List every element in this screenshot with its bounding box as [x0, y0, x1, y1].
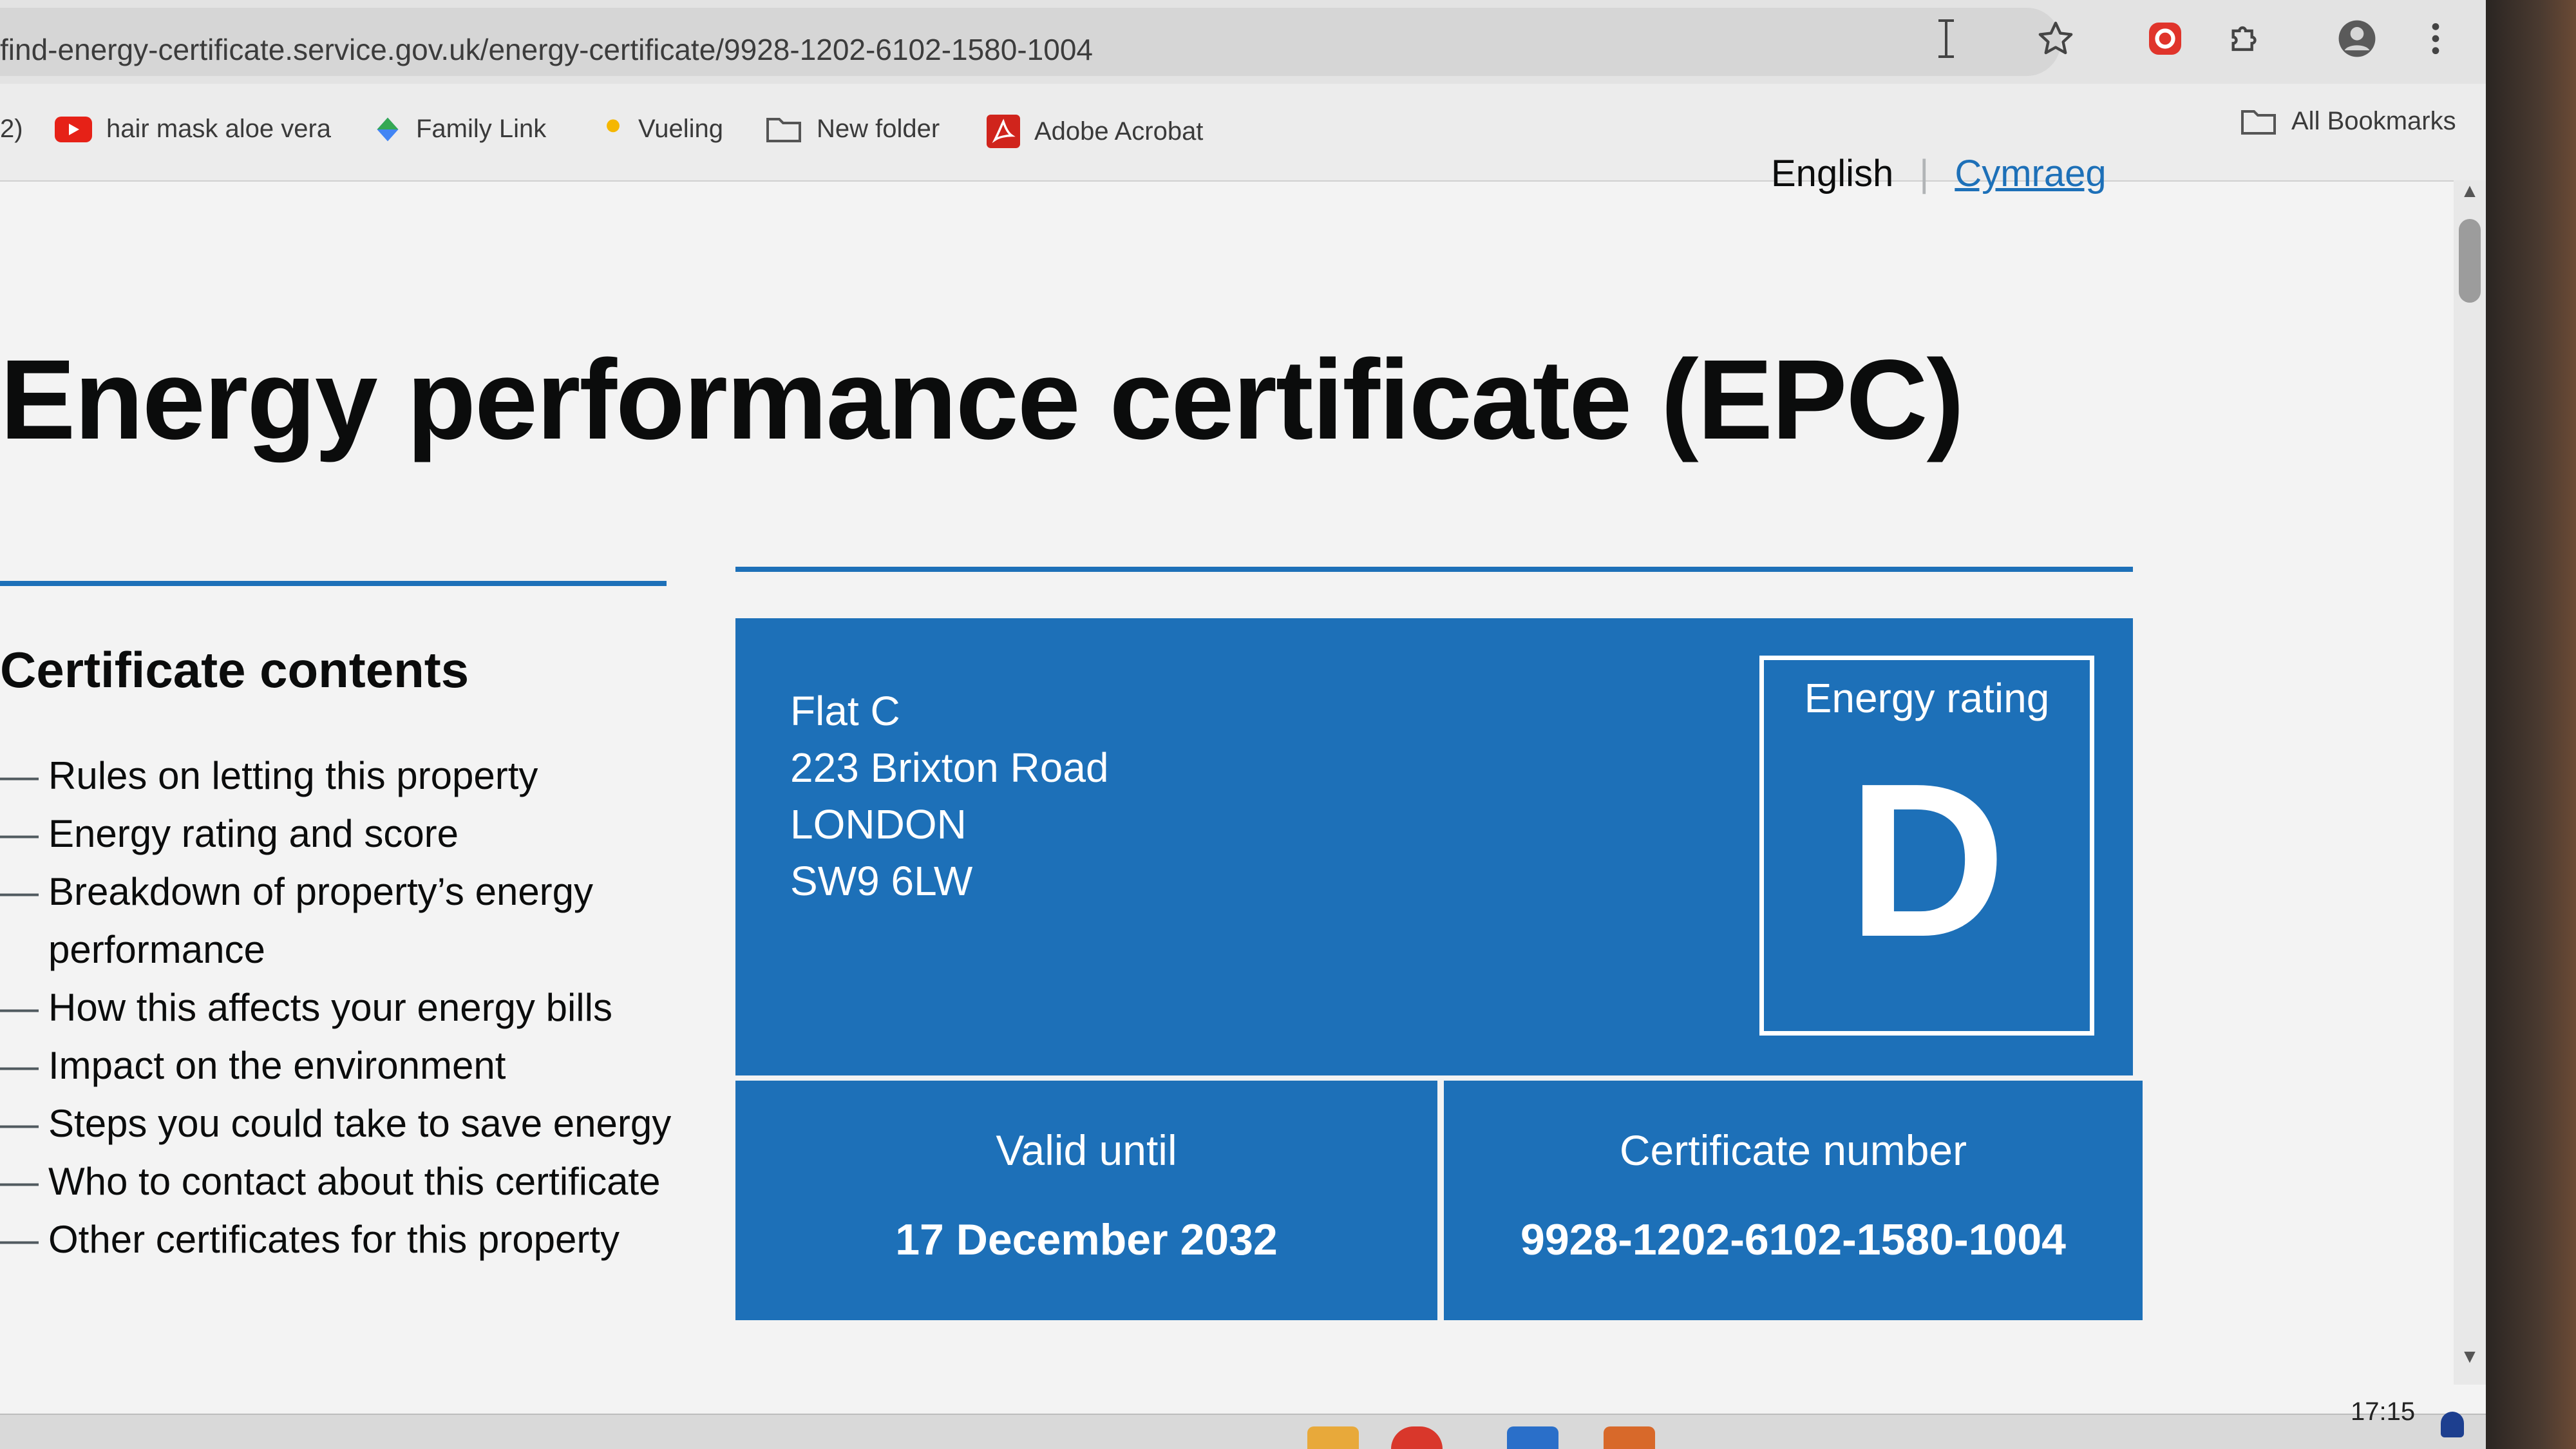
monitor-bezel	[2486, 0, 2576, 1449]
certificate-number-cell: Certificate number 9928-1202-6102-1580-1…	[1444, 1081, 2143, 1320]
epc-details: Valid until 17 December 2032 Certificate…	[735, 1081, 2143, 1320]
language-switcher: English | Cymraeg	[1771, 152, 2107, 195]
bookmark-label: hair mask aloe vera	[106, 115, 332, 143]
taskbar-clock[interactable]: 17:15	[2351, 1397, 2415, 1426]
folder-icon	[2240, 108, 2277, 136]
youtube-icon	[55, 116, 92, 142]
contents-heading: Certificate contents	[0, 641, 469, 698]
browser-window: find-energy-certificate.service.gov.uk/e…	[0, 0, 2486, 1449]
contents-link-letting-rules[interactable]: Rules on letting this property	[0, 747, 696, 805]
bookmark-label: Vueling	[638, 115, 723, 143]
omnibox[interactable]: find-energy-certificate.service.gov.uk/e…	[0, 8, 2061, 76]
contents-link-breakdown[interactable]: Breakdown of property’s energy performan…	[0, 863, 696, 979]
scroll-up-arrow-icon[interactable]: ▲	[2454, 180, 2486, 202]
certificate-number-label: Certificate number	[1619, 1126, 1967, 1174]
address-line: Flat C	[790, 688, 900, 734]
contents-link-other-certificates[interactable]: Other certificates for this property	[0, 1211, 696, 1269]
energy-rating-box: Energy rating D	[1759, 656, 2094, 1036]
bookmark-hair-mask[interactable]: hair mask aloe vera	[55, 115, 331, 144]
address-line: 223 Brixton Road	[790, 744, 1109, 791]
page-title: Energy performance certificate (EPC)	[0, 337, 1964, 463]
file-explorer-icon[interactable]	[1307, 1426, 1359, 1449]
bookmark-adobe-acrobat[interactable]: Adobe Acrobat	[987, 115, 1203, 148]
valid-until-label: Valid until	[996, 1126, 1177, 1174]
epc-summary-panel: Flat C 223 Brixton Road LONDON SW9 6LW E…	[735, 618, 2143, 1320]
contents-link-environment[interactable]: Impact on the environment	[0, 1037, 696, 1095]
url-text[interactable]: find-energy-certificate.service.gov.uk/e…	[0, 32, 1093, 67]
scroll-down-arrow-icon[interactable]: ▼	[2454, 1346, 2486, 1368]
contents-link-energy-bills[interactable]: How this affects your energy bills	[0, 979, 696, 1037]
vueling-dot-icon	[602, 118, 624, 140]
taskbar	[0, 1414, 2486, 1449]
certificate-number-value: 9928-1202-6102-1580-1004	[1520, 1215, 2066, 1264]
contents-list: Rules on letting this property Energy ra…	[0, 747, 696, 1269]
energy-rating-letter: D	[1848, 738, 2006, 983]
bookmark-star-icon[interactable]	[2035, 18, 2076, 59]
epc-header: Flat C 223 Brixton Road LONDON SW9 6LW E…	[735, 618, 2133, 1075]
address-bar: find-energy-certificate.service.gov.uk/e…	[0, 0, 2486, 84]
certificate-divider	[735, 567, 2133, 572]
bookmark-label: Family Link	[416, 115, 547, 143]
contents-link-contact[interactable]: Who to contact about this certificate	[0, 1153, 696, 1211]
bookmark-new-folder[interactable]: New folder	[765, 115, 940, 144]
contents-divider	[0, 581, 667, 586]
bookmark-label: Adobe Acrobat	[1034, 117, 1204, 146]
all-bookmarks-button[interactable]: All Bookmarks	[2240, 107, 2456, 136]
acrobat-icon	[987, 115, 1020, 148]
page-scrollbar[interactable]: ▲ ▼	[2454, 180, 2486, 1385]
bookmark-overflow[interactable]: 2)	[0, 115, 23, 144]
language-separator: |	[1919, 153, 1929, 194]
notification-bell-icon[interactable]	[2441, 1412, 2464, 1437]
text-cursor-icon	[1926, 18, 1967, 59]
language-welsh-link[interactable]: Cymraeg	[1955, 153, 2106, 194]
record-extension-icon[interactable]	[2145, 18, 2186, 59]
scroll-thumb[interactable]	[2459, 219, 2481, 303]
mail-taskbar-icon[interactable]	[1507, 1426, 1558, 1449]
app-taskbar-icon[interactable]	[1604, 1426, 1655, 1449]
bookmark-vueling[interactable]: Vueling	[602, 115, 723, 144]
energy-rating-label: Energy rating	[1804, 675, 2050, 721]
bookmark-family-link[interactable]: Family Link	[374, 115, 546, 144]
address-line: SW9 6LW	[790, 858, 973, 904]
address-line: LONDON	[790, 801, 967, 848]
all-bookmarks-label: All Bookmarks	[2291, 107, 2456, 135]
profile-avatar-icon[interactable]	[2336, 18, 2378, 59]
bookmarks-bar: 2) hair mask aloe vera Family Link Vueli…	[0, 84, 2486, 182]
language-english: English	[1771, 153, 1894, 194]
contents-link-energy-rating[interactable]: Energy rating and score	[0, 805, 696, 863]
folder-icon	[765, 115, 802, 144]
valid-until-value: 17 December 2032	[895, 1215, 1278, 1264]
property-address: Flat C 223 Brixton Road LONDON SW9 6LW	[790, 683, 1109, 909]
contents-link-save-energy[interactable]: Steps you could take to save energy	[0, 1095, 696, 1153]
extensions-puzzle-icon[interactable]	[2225, 18, 2266, 59]
valid-until-cell: Valid until 17 December 2032	[735, 1081, 1437, 1320]
family-link-icon	[374, 115, 402, 144]
bookmark-label: New folder	[817, 115, 940, 143]
browser-menu-icon[interactable]	[2415, 18, 2456, 59]
